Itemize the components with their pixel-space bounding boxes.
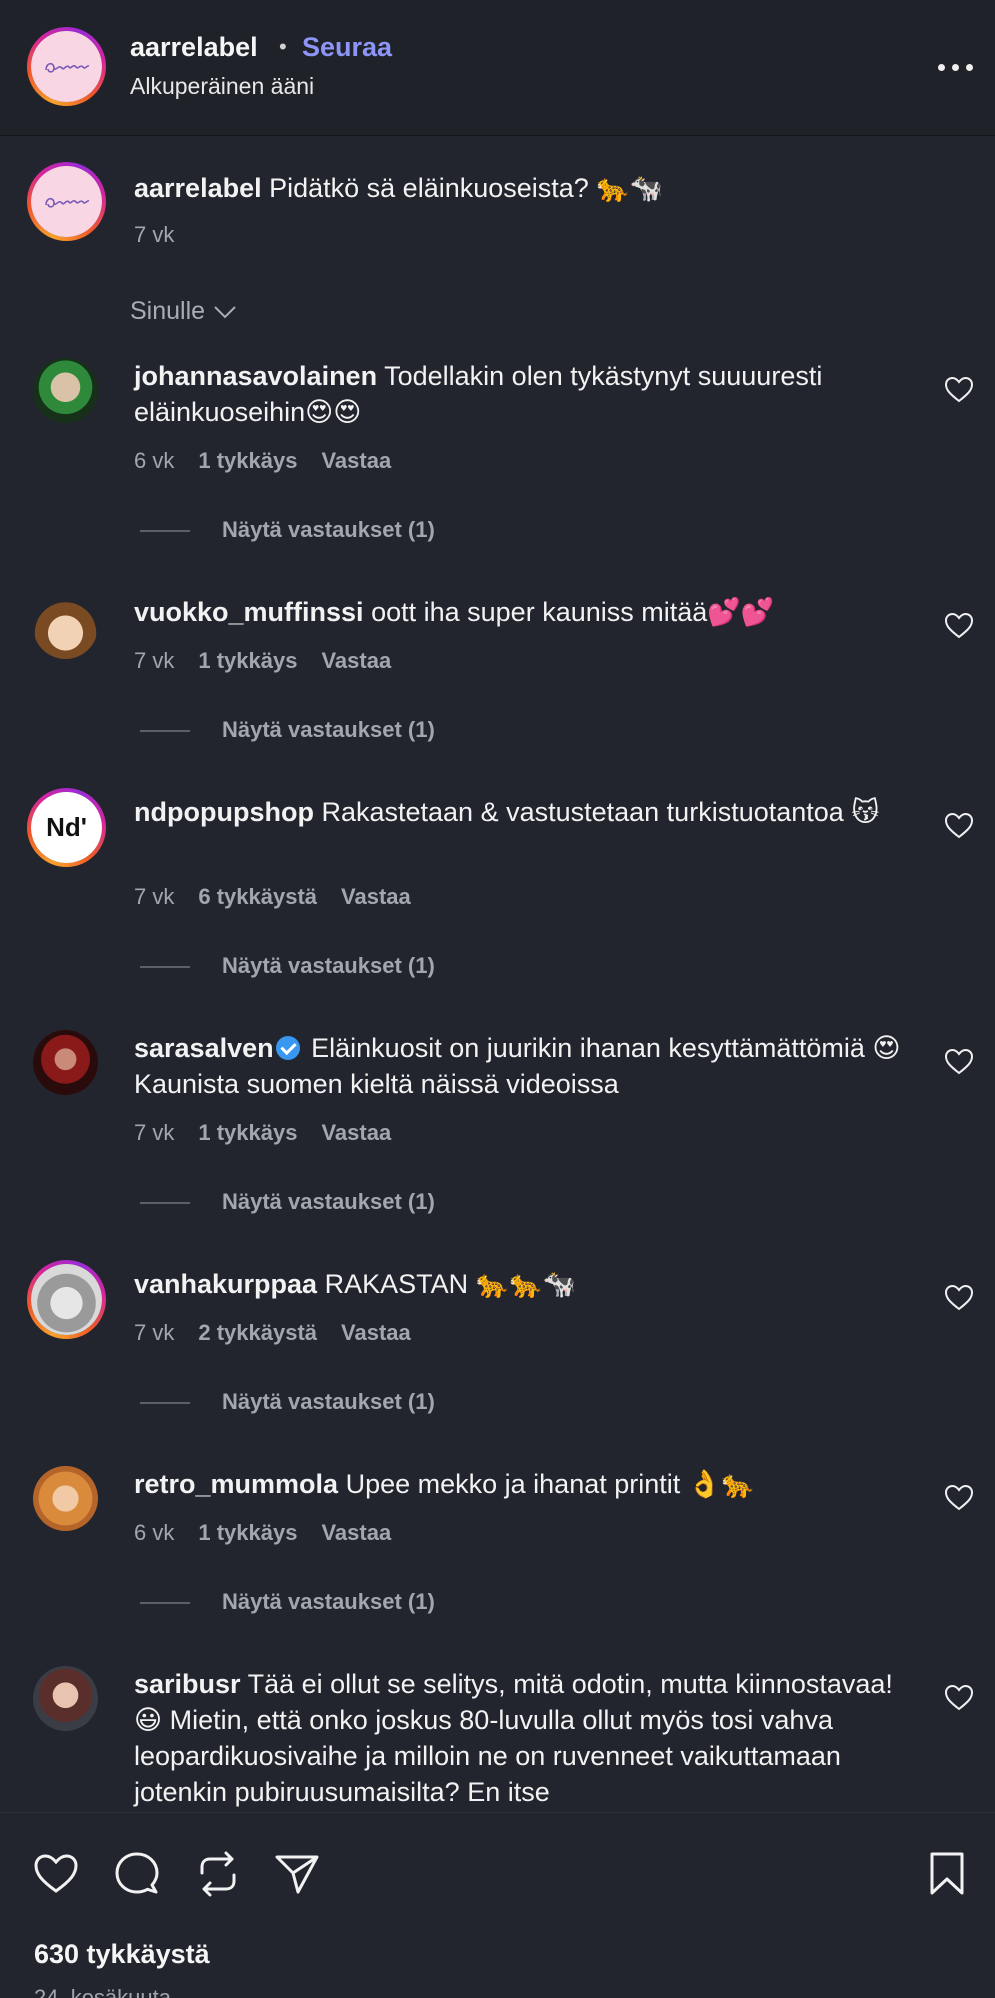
comment-username[interactable]: ndpopupshop [134, 797, 314, 827]
comment-username[interactable]: vuokko_muffinssi [134, 597, 364, 627]
comment-text: oott iha super kauniss mitää💕💕 [371, 597, 775, 627]
repost-icon[interactable] [196, 1851, 240, 1897]
comment-likes[interactable]: 1 tykkäys [198, 1120, 297, 1146]
reply-button[interactable]: Vastaa [321, 648, 391, 674]
comment-username[interactable]: johannasavolainen [134, 361, 377, 391]
chevron-down-icon [214, 305, 236, 318]
comment-content: vuokko_muffinssi oott iha super kauniss … [134, 594, 914, 630]
reply-button[interactable]: Vastaa [321, 448, 391, 474]
comment-username[interactable]: sarasalven [134, 1033, 274, 1063]
avatar[interactable] [33, 1030, 98, 1095]
comment-time: 7 vk [134, 884, 175, 909]
post-header: aarrelabel • Seuraa Alkuperäinen ääni [0, 0, 995, 136]
replies-divider [140, 530, 190, 532]
like-comment-heart-icon[interactable] [944, 812, 974, 840]
replies-divider [140, 730, 190, 732]
caption-time: 7 vk [134, 222, 175, 247]
reply-button[interactable]: Vastaa [341, 1320, 411, 1346]
comment-content: vanhakurppaa RAKASTAN 🐆🐆🐄 [134, 1266, 914, 1302]
view-replies-button[interactable]: Näytä vastaukset (1) [222, 1589, 435, 1615]
like-comment-heart-icon[interactable] [944, 376, 974, 404]
comment-meta: 7 vk 2 tykkäystä Vastaa [134, 1320, 411, 1346]
follow-button[interactable]: Seuraa [302, 32, 392, 63]
like-heart-icon[interactable] [33, 1853, 79, 1895]
replies-divider [140, 966, 190, 968]
comment-time: 6 vk [134, 448, 175, 473]
replies-divider [140, 1402, 190, 1404]
post-date: 24. kesäkuuta [34, 1985, 171, 1998]
caption: aarrelabel Pidätkö sä eläinkuoseista? 🐆🐄 [134, 172, 664, 204]
comment-likes[interactable]: 1 tykkäys [198, 448, 297, 474]
like-comment-heart-icon[interactable] [944, 1284, 974, 1312]
comment-text: Rakastetaan & vastustetaan turkistuotant… [321, 797, 880, 827]
comment-meta: 6 vk 1 tykkäys Vastaa [134, 448, 391, 474]
replies-divider [140, 1202, 190, 1204]
comment-time: 7 vk [134, 1320, 175, 1345]
view-replies-button[interactable]: Näytä vastaukset (1) [222, 717, 435, 743]
comment-time: 6 vk [134, 1520, 175, 1545]
caption-avatar[interactable] [27, 162, 106, 241]
brand-logo-icon [44, 62, 89, 73]
like-comment-heart-icon[interactable] [944, 1684, 974, 1712]
avatar[interactable] [27, 1260, 106, 1339]
comment-text: Tää ei ollut se selitys, mitä odotin, mu… [134, 1669, 893, 1807]
reel-comments-page: aarrelabel • Seuraa Alkuperäinen ääni aa… [0, 0, 995, 1998]
reply-button[interactable]: Vastaa [321, 1520, 391, 1546]
comment-content: sarasalven Eläinkuosit on juurikin ihana… [134, 1030, 914, 1102]
view-replies-button[interactable]: Näytä vastaukset (1) [222, 1389, 435, 1415]
comment-text: RAKASTAN 🐆🐆🐄 [324, 1269, 577, 1299]
brand-logo-icon [44, 197, 89, 208]
comment-username[interactable]: saribusr [134, 1669, 241, 1699]
view-replies-button[interactable]: Näytä vastaukset (1) [222, 953, 435, 979]
like-comment-heart-icon[interactable] [944, 1484, 974, 1512]
view-replies-button[interactable]: Näytä vastaukset (1) [222, 1189, 435, 1215]
comment-username[interactable]: vanhakurppaa [134, 1269, 317, 1299]
caption-username[interactable]: aarrelabel [134, 173, 262, 203]
comment-username[interactable]: retro_mummola [134, 1469, 338, 1499]
comment-likes[interactable]: 6 tykkäystä [198, 884, 317, 910]
comment-text: Upee mekko ja ihanat printit 👌🐆 [345, 1469, 755, 1499]
author-username[interactable]: aarrelabel [130, 32, 258, 63]
sort-label: Sinulle [130, 297, 206, 325]
comment-time: 7 vk [134, 1120, 175, 1145]
comment-likes[interactable]: 1 tykkäys [198, 1520, 297, 1546]
caption-text: Pidätkö sä eläinkuoseista? 🐆🐄 [269, 173, 664, 203]
avatar[interactable] [33, 1666, 98, 1731]
comment-content: saribusr Tää ei ollut se selitys, mitä o… [134, 1666, 914, 1810]
like-comment-heart-icon[interactable] [944, 612, 974, 640]
comment-content: retro_mummola Upee mekko ja ihanat print… [134, 1466, 914, 1502]
avatar[interactable] [33, 594, 98, 659]
reply-button[interactable]: Vastaa [341, 884, 411, 910]
verified-badge-icon [275, 1036, 300, 1060]
comment-meta: 6 vk 1 tykkäys Vastaa [134, 1520, 391, 1546]
post-likes-count[interactable]: 630 tykkäystä [34, 1939, 210, 1970]
sort-dropdown[interactable]: Sinulle [130, 297, 237, 326]
reply-button[interactable]: Vastaa [321, 1120, 391, 1146]
post-action-bar: 630 tykkäystä 24. kesäkuuta [0, 1812, 995, 1998]
avatar-text: Nd' [46, 812, 87, 842]
comment-likes[interactable]: 1 tykkäys [198, 648, 297, 674]
avatar[interactable] [33, 1466, 98, 1531]
comment-meta: 7 vk 1 tykkäys Vastaa [134, 1120, 391, 1146]
replies-divider [140, 1602, 190, 1604]
avatar[interactable]: Nd' [27, 788, 106, 867]
view-replies-button[interactable]: Näytä vastaukset (1) [222, 517, 435, 543]
more-options-icon[interactable] [938, 52, 978, 82]
comment-meta: 7 vk 6 tykkäystä Vastaa [134, 884, 411, 910]
comment-content: ndpopupshop Rakastetaan & vastustetaan t… [134, 794, 914, 830]
comment-content: johannasavolainen Todellakin olen tykäst… [134, 358, 914, 430]
comment-item: saribusr Tää ei ollut se selitys, mitä o… [0, 1666, 995, 1812]
share-send-icon[interactable] [274, 1853, 320, 1895]
comment-meta: 7 vk 1 tykkäys Vastaa [134, 648, 391, 674]
author-avatar[interactable] [27, 27, 106, 106]
audio-label[interactable]: Alkuperäinen ääni [130, 73, 314, 100]
avatar[interactable] [33, 358, 98, 423]
comment-bubble-icon[interactable] [113, 1851, 161, 1897]
comment-time: 7 vk [134, 648, 175, 673]
separator-dot: • [279, 34, 287, 59]
comment-likes[interactable]: 2 tykkäystä [198, 1320, 317, 1346]
like-comment-heart-icon[interactable] [944, 1048, 974, 1076]
save-bookmark-icon[interactable] [928, 1851, 966, 1897]
